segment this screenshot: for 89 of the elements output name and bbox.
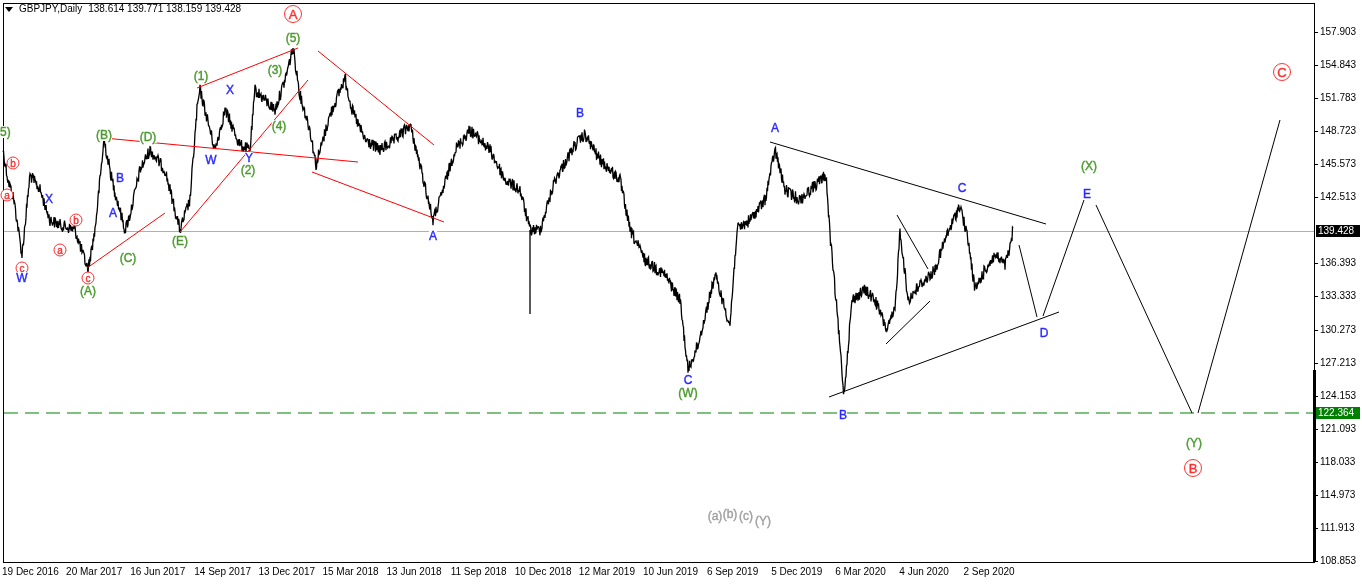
wave-label: D: [1039, 327, 1049, 339]
price-tick-label: 157.903: [1320, 27, 1357, 37]
wave-label: a: [53, 243, 67, 257]
dropdown-triangle-icon[interactable]: [5, 6, 13, 12]
axis-tick: [1314, 197, 1319, 198]
current-price-badge: 139.428: [1316, 225, 1360, 237]
wave-label: (a): [707, 510, 723, 522]
axis-tick: [1314, 263, 1319, 264]
price-tick-label: 148.723: [1320, 126, 1357, 137]
price-tick-label: 121.093: [1320, 423, 1357, 434]
wave-label: a: [0, 188, 14, 202]
wave-label: (X): [1081, 160, 1097, 172]
date-tick-label: 15 Mar 2018: [322, 567, 380, 577]
wave-label: W: [16, 272, 28, 284]
wave-label: (c): [739, 510, 753, 522]
chart-symbol: GBPJPY,Daily: [19, 4, 83, 14]
wave-label: A: [284, 5, 302, 23]
wave-label: (E): [172, 235, 188, 247]
date-tick-label: 16 Jun 2017: [130, 567, 187, 577]
price-tick-label: 130.273: [1320, 324, 1357, 335]
wave-label: C: [1273, 63, 1291, 81]
wave-label: b: [69, 213, 83, 227]
wave-label: (D): [139, 131, 157, 143]
price-tick-label: 111.913: [1320, 522, 1355, 533]
wave-label: B: [1184, 459, 1202, 477]
axis-tick: [1314, 164, 1319, 165]
wave-label: B: [576, 107, 584, 119]
wave-label: (C): [119, 252, 137, 264]
wave-label: (5): [285, 32, 301, 44]
date-tick-label: 11 Sep 2018: [450, 567, 508, 577]
wave-label: C: [683, 374, 693, 386]
wave-label: A: [109, 207, 117, 219]
wave-label: (Y): [755, 515, 771, 527]
ohlc-values: 138.614 139.771 138.159 139.428: [88, 4, 242, 14]
wave-label: (b): [722, 508, 738, 520]
wave-label: A: [771, 122, 779, 134]
axis-tick: [1314, 98, 1319, 99]
date-tick-label: 10 Jun 2019: [642, 567, 699, 577]
date-tick-label: 13 Jun 2018: [386, 567, 443, 577]
wave-label: C: [957, 182, 967, 194]
date-tick-label: 6 Sep 2019: [707, 567, 760, 577]
wave-label: c: [81, 271, 95, 285]
wave-label: Y: [245, 152, 253, 164]
wave-label: (4): [271, 120, 287, 132]
date-tick-label: 14 Sep 2017: [194, 567, 252, 577]
date-tick-label: 10 Dec 2018: [514, 567, 573, 577]
level-price-badge: 122.364: [1316, 407, 1360, 419]
price-tick-label: 142.513: [1320, 192, 1357, 203]
axis-tick: [1314, 561, 1319, 562]
wave-label: (2): [240, 164, 256, 176]
wave-label: W: [205, 154, 217, 166]
date-tick-label: 13 Dec 2017: [258, 567, 317, 577]
price-tick-label: 136.393: [1320, 258, 1357, 269]
wave-label: E: [1083, 188, 1091, 200]
wave-label: X: [226, 84, 234, 96]
axis-tick: [1314, 296, 1319, 297]
axis-tick: [1314, 363, 1319, 364]
price-tick-label: 124.153: [1320, 390, 1357, 401]
axis-tick: [1314, 65, 1319, 66]
price-tick-label: 145.573: [1320, 159, 1357, 170]
wave-label: X: [45, 193, 53, 205]
price-tick-label: 154.843: [1320, 60, 1357, 71]
price-tick-label: 133.333: [1320, 291, 1357, 302]
price-tick-label: 118.033: [1320, 456, 1356, 467]
wave-label: (W): [678, 387, 698, 399]
wave-label: (1): [193, 70, 209, 82]
date-tick-label: 12 Mar 2019: [578, 567, 636, 577]
date-tick-label: 5 Dec 2019: [771, 567, 824, 577]
price-tick-label: 108.853: [1320, 555, 1357, 566]
wave-label: A: [429, 230, 437, 242]
wave-label: 5): [0, 126, 11, 138]
axis-tick: [1314, 330, 1319, 331]
date-tick-label: 2 Sep 2020: [963, 567, 1016, 577]
wave-label: (Y): [1186, 437, 1202, 449]
wave-label: (3): [267, 64, 283, 76]
price-tick-label: 114.973: [1320, 489, 1356, 500]
wave-label: (A): [80, 285, 96, 297]
wave-label: b: [6, 156, 20, 170]
axis-tick: [1314, 32, 1319, 33]
axis-tick: [1314, 131, 1319, 132]
price-tick-label: 127.213: [1320, 357, 1357, 368]
date-tick-label: 19 Dec 2016: [2, 567, 60, 577]
date-tick-label: 6 Mar 2020: [835, 567, 887, 577]
wave-label: B: [116, 172, 124, 184]
wave-label: B: [839, 409, 847, 421]
date-tick-label: 4 Jun 2020: [899, 567, 950, 577]
wave-label: (B): [96, 129, 112, 141]
price-tick-label: 151.783: [1320, 93, 1357, 104]
date-tick-label: 20 Mar 2017: [66, 567, 124, 577]
